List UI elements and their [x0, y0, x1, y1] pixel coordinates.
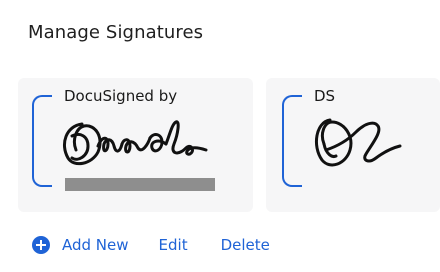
add-new-label: Add New [62, 236, 129, 254]
signature-actions-bar: Add New Edit Delete [32, 236, 270, 254]
edit-button[interactable]: Edit [159, 236, 188, 254]
initials-card[interactable]: DS [266, 78, 440, 212]
signature-image [63, 120, 208, 166]
signer-name-redaction [65, 178, 215, 191]
initials-image [314, 118, 402, 167]
signature-label: DocuSigned by [62, 87, 180, 105]
plus-circle-icon [32, 236, 50, 254]
add-new-button[interactable]: Add New [32, 236, 129, 254]
initials-frame-bracket [282, 95, 302, 187]
signature-frame-bracket [32, 95, 52, 187]
initials-label: DS [312, 87, 338, 105]
delete-button[interactable]: Delete [221, 236, 270, 254]
page-title: Manage Signatures [28, 22, 204, 43]
signature-card[interactable]: DocuSigned by [18, 78, 253, 212]
